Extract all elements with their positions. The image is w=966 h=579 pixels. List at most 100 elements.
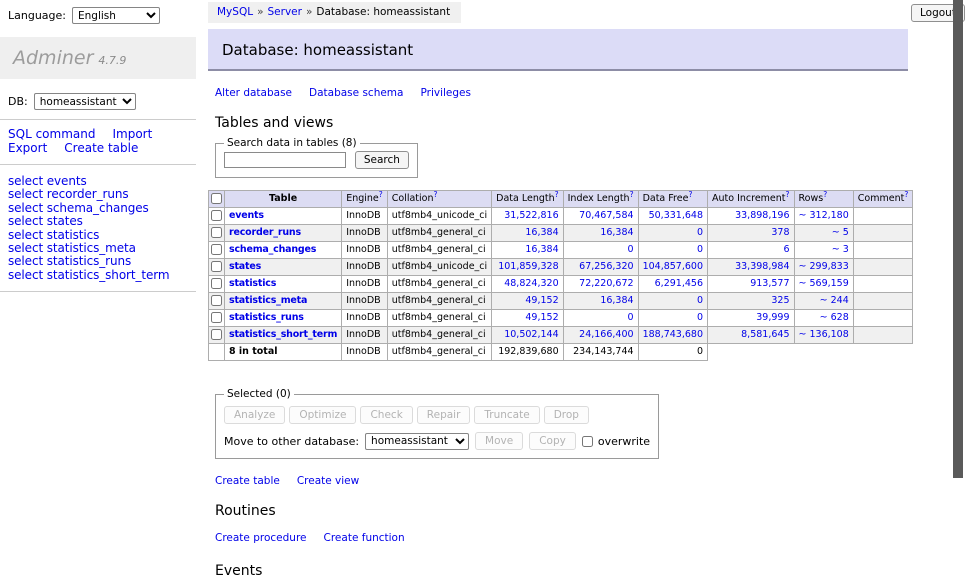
data-free-cell-link[interactable]: 0 xyxy=(643,312,703,324)
index-length-cell-link[interactable]: 16,384 xyxy=(568,227,634,239)
check-button[interactable]: Check xyxy=(360,406,412,424)
auto-increment-cell-link[interactable]: 325 xyxy=(712,295,790,307)
sidebar-select-table-link[interactable]: select statistics xyxy=(8,229,196,242)
index-length-cell-link[interactable]: 16,384 xyxy=(568,295,634,307)
column-help-link[interactable]: ? xyxy=(630,191,634,199)
overwrite-checkbox[interactable] xyxy=(582,436,593,447)
breadcrumb-link-server[interactable]: Server xyxy=(268,6,302,18)
data-free-cell-link[interactable]: 104,857,600 xyxy=(643,261,703,273)
index-length-cell-link[interactable]: 70,467,584 xyxy=(568,210,634,222)
column-help-link[interactable]: ? xyxy=(555,191,559,199)
data-length-cell-link[interactable]: 49,152 xyxy=(496,295,558,307)
table-name-link[interactable]: statistics_runs xyxy=(229,312,304,323)
row-checkbox[interactable] xyxy=(211,295,222,306)
sidebar-link[interactable]: Import xyxy=(112,127,152,141)
row-checkbox[interactable] xyxy=(211,278,222,289)
data-length-cell-link[interactable]: 16,384 xyxy=(496,227,558,239)
optimize-button[interactable]: Optimize xyxy=(289,406,356,424)
analyze-button[interactable]: Analyze xyxy=(224,406,285,424)
rows-cell-link[interactable]: ~ 628 xyxy=(799,312,849,324)
row-checkbox[interactable] xyxy=(211,312,222,323)
table-name-link[interactable]: events xyxy=(229,210,264,221)
action-link[interactable]: Create function xyxy=(324,532,405,544)
sidebar-select-table-link[interactable]: select statistics_short_term xyxy=(8,269,196,282)
rows-cell-link[interactable]: ~ 244 xyxy=(799,295,849,307)
sidebar-select-table-link[interactable]: select statistics_runs xyxy=(8,255,196,268)
breadcrumb-link-mysql[interactable]: MySQL xyxy=(217,6,253,18)
table-name-link[interactable]: statistics xyxy=(229,278,276,289)
row-checkbox[interactable] xyxy=(211,261,222,272)
rows-cell-link[interactable]: ~ 569,159 xyxy=(799,278,849,290)
table-name-link[interactable]: recorder_runs xyxy=(229,227,301,238)
index-length-cell-link[interactable]: 67,256,320 xyxy=(568,261,634,273)
data-free-cell-link[interactable]: 0 xyxy=(643,295,703,307)
action-link[interactable]: Database schema xyxy=(309,87,403,99)
sidebar-select-table-link[interactable]: select recorder_runs xyxy=(8,188,196,201)
table-name-link[interactable]: schema_changes xyxy=(229,244,316,255)
table-name-link[interactable]: statistics_short_term xyxy=(229,329,337,340)
data-free-cell-link[interactable]: 50,331,648 xyxy=(643,210,703,222)
sidebar-select-table-link[interactable]: select states xyxy=(8,215,196,228)
row-checkbox[interactable] xyxy=(211,329,222,340)
auto-increment-cell-link[interactable]: 33,398,984 xyxy=(712,261,790,273)
copy-button[interactable]: Copy xyxy=(529,432,576,450)
index-length-cell-link[interactable]: 0 xyxy=(568,312,634,324)
action-link[interactable]: Alter database xyxy=(215,87,292,99)
data-free-cell-link[interactable]: 6,291,456 xyxy=(643,278,703,290)
row-checkbox[interactable] xyxy=(211,210,222,221)
rows-cell-link[interactable]: ~ 3 xyxy=(799,244,849,256)
truncate-button[interactable]: Truncate xyxy=(474,406,539,424)
action-link[interactable]: Create view xyxy=(297,475,359,487)
action-link[interactable]: Privileges xyxy=(420,87,471,99)
row-checkbox[interactable] xyxy=(211,244,222,255)
language-select[interactable]: English xyxy=(72,7,160,24)
index-length-cell-link[interactable]: 24,166,400 xyxy=(568,329,634,341)
table-name-link[interactable]: statistics_meta xyxy=(229,295,307,306)
table-name-link[interactable]: states xyxy=(229,261,261,272)
move-database-select[interactable]: homeassistant xyxy=(365,433,469,450)
column-help-link[interactable]: ? xyxy=(433,191,437,199)
column-help-link[interactable]: ? xyxy=(379,191,383,199)
data-free-cell-link[interactable]: 0 xyxy=(643,227,703,239)
select-all-checkbox[interactable] xyxy=(211,193,222,204)
auto-increment-cell-link[interactable]: 6 xyxy=(712,244,790,256)
overwrite-label[interactable]: overwrite xyxy=(598,435,650,448)
search-button[interactable]: Search xyxy=(355,151,409,169)
action-link[interactable]: Create table xyxy=(215,475,280,487)
data-length-cell-link[interactable]: 10,502,144 xyxy=(496,329,558,341)
rows-cell-link[interactable]: ~ 312,180 xyxy=(799,210,849,222)
search-input[interactable] xyxy=(224,152,346,168)
data-length-cell-link[interactable]: 101,859,328 xyxy=(496,261,558,273)
auto-increment-cell-link[interactable]: 378 xyxy=(712,227,790,239)
rows-cell-link[interactable]: ~ 299,833 xyxy=(799,261,849,273)
rows-cell-link[interactable]: ~ 5 xyxy=(799,227,849,239)
sidebar-select-table-link[interactable]: select statistics_meta xyxy=(8,242,196,255)
index-length-cell-link[interactable]: 0 xyxy=(568,244,634,256)
index-length-cell-link[interactable]: 72,220,672 xyxy=(568,278,634,290)
sidebar-link[interactable]: SQL command xyxy=(8,127,95,141)
data-length-cell-link[interactable]: 49,152 xyxy=(496,312,558,324)
data-length-cell-link[interactable]: 48,824,320 xyxy=(496,278,558,290)
column-help-link[interactable]: ? xyxy=(786,191,790,199)
data-free-cell-link[interactable]: 188,743,680 xyxy=(643,329,703,341)
sidebar-select-table-link[interactable]: select events xyxy=(8,175,196,188)
row-checkbox[interactable] xyxy=(211,227,222,238)
auto-increment-cell-link[interactable]: 39,999 xyxy=(712,312,790,324)
data-free-cell-link[interactable]: 0 xyxy=(643,244,703,256)
rows-cell-link[interactable]: ~ 136,108 xyxy=(799,329,849,341)
column-help-link[interactable]: ? xyxy=(904,191,908,199)
sidebar-select-table-link[interactable]: select schema_changes xyxy=(8,202,196,215)
move-button[interactable]: Move xyxy=(475,432,523,450)
data-length-cell-link[interactable]: 16,384 xyxy=(496,244,558,256)
sidebar-link[interactable]: Export xyxy=(8,141,47,155)
repair-button[interactable]: Repair xyxy=(417,406,471,424)
column-help-link[interactable]: ? xyxy=(823,191,827,199)
sidebar-link[interactable]: Create table xyxy=(64,141,138,155)
auto-increment-cell-link[interactable]: 8,581,645 xyxy=(712,329,790,341)
auto-increment-cell-link[interactable]: 33,898,196 xyxy=(712,210,790,222)
auto-increment-cell-link[interactable]: 913,577 xyxy=(712,278,790,290)
drop-button[interactable]: Drop xyxy=(544,406,589,424)
vertical-scrollbar-thumb[interactable] xyxy=(953,0,963,478)
action-link[interactable]: Create procedure xyxy=(215,532,307,544)
db-select[interactable]: homeassistant xyxy=(34,93,136,110)
